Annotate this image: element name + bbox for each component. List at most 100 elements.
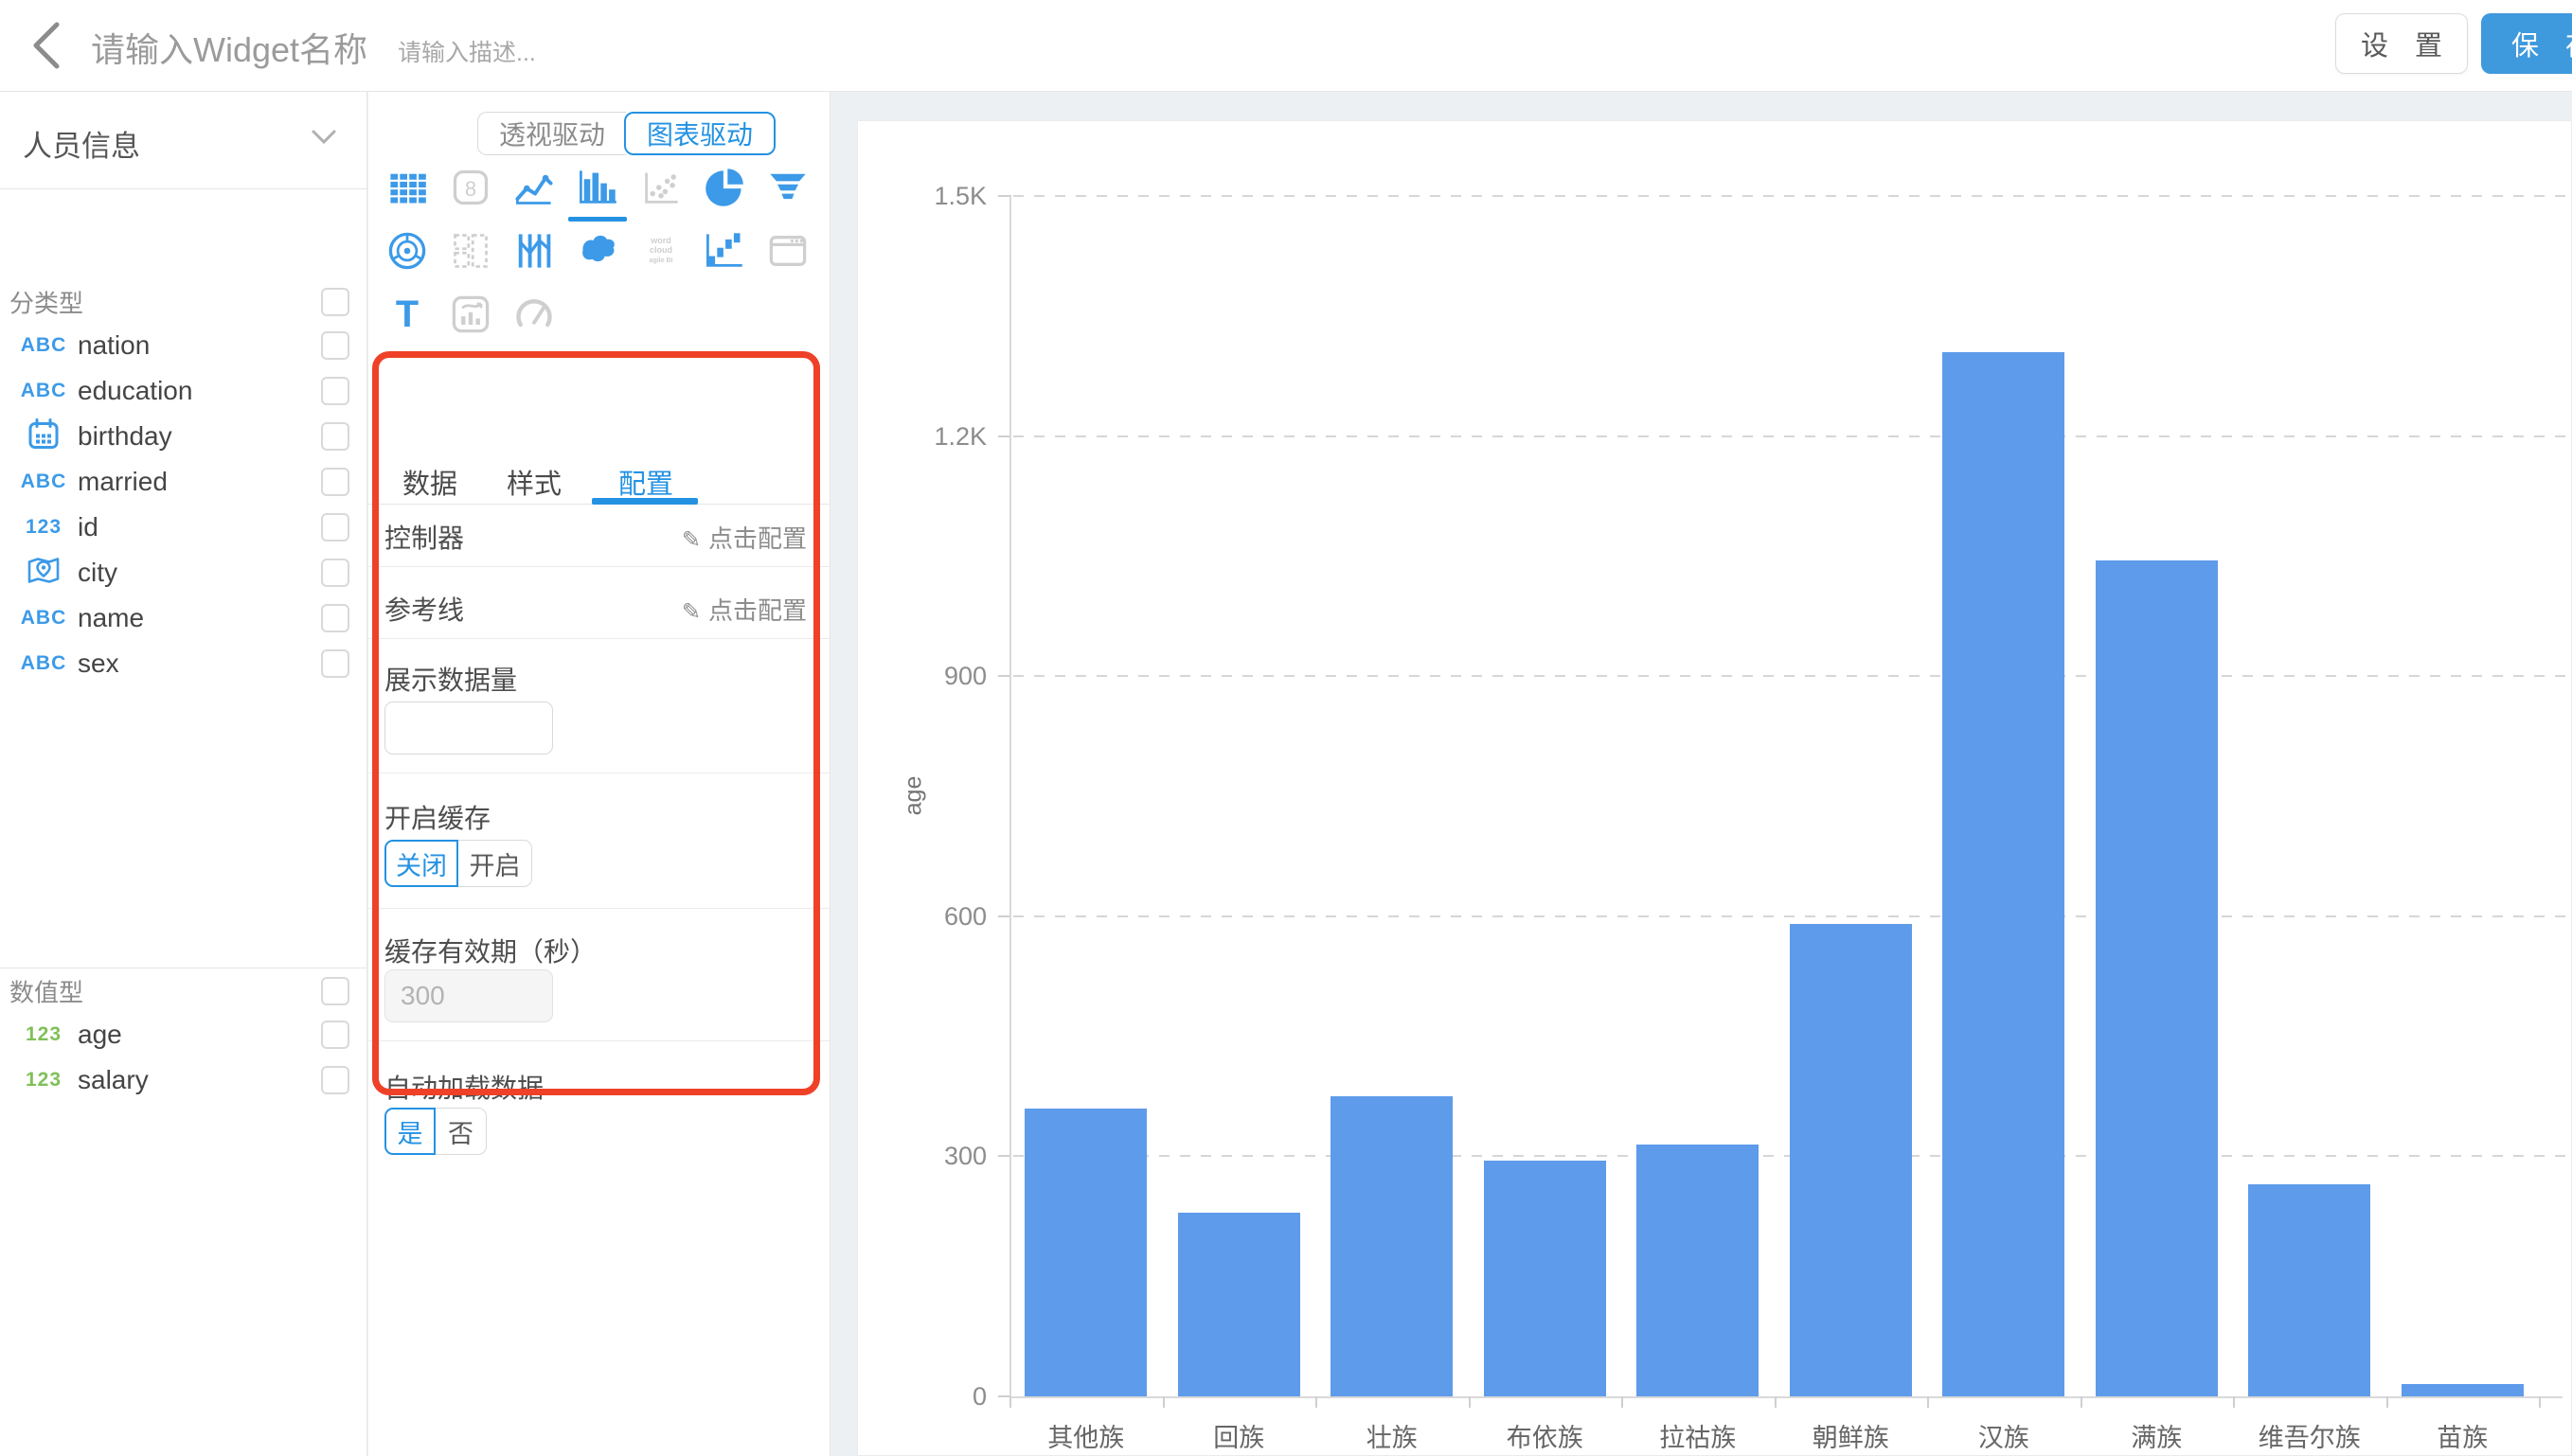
field-checkbox[interactable] (321, 1066, 349, 1094)
field-group-header: 数值型 (0, 970, 366, 1012)
field-row-sex[interactable]: ABCsex (0, 641, 366, 686)
chart-type-scatter-icon[interactable] (637, 164, 685, 211)
group-checkbox[interactable] (321, 288, 349, 316)
y-axis-label: 1.2K (873, 422, 987, 452)
field-row-age[interactable]: 123age (0, 1012, 366, 1057)
chart-type-table-icon[interactable] (384, 164, 431, 211)
x-axis-label: 苗族 (2386, 1417, 2540, 1454)
pencil-icon: ✎ (682, 527, 701, 553)
field-row-birthday[interactable]: birthday (0, 414, 366, 459)
y-axis-name: age (900, 776, 927, 816)
chart-type-bar-chart-icon[interactable] (574, 164, 621, 211)
x-axis-tick (1927, 1396, 1929, 1408)
cache-ttl-input[interactable] (384, 969, 553, 1022)
cache-toggle-row: 开启缓存 关闭开启 (368, 773, 830, 909)
chart-type-funnel-icon[interactable] (764, 164, 812, 211)
toggle-option-关闭[interactable]: 关闭 (384, 840, 458, 887)
reference-line-label: 参考线 (384, 590, 464, 628)
field-checkbox[interactable] (321, 604, 349, 632)
field-checkbox[interactable] (321, 513, 349, 542)
chart-type-word-cloud-icon[interactable]: wordcloudagile BI (637, 227, 685, 275)
widget-description-input[interactable]: 请输入描述... (398, 34, 536, 68)
field-name: sex (78, 648, 119, 679)
chart-type-split-table-icon[interactable] (447, 227, 494, 275)
chart-drive-tab[interactable]: 图表驱动 (624, 112, 776, 155)
chart-type-kpi-number-icon[interactable]: 8 (447, 164, 494, 211)
back-icon[interactable] (21, 17, 74, 74)
field-name: age (78, 1020, 122, 1050)
y-axis-label: 600 (873, 902, 987, 932)
chart-type-radar-icon[interactable] (384, 227, 431, 275)
field-row-name[interactable]: ABCname (0, 595, 366, 641)
bar-拉祜族 (1636, 1145, 1759, 1396)
save-button[interactable]: 保 存 (2481, 13, 2572, 74)
toggle-option-否[interactable]: 否 (436, 1108, 487, 1155)
chart-type-gauge-icon[interactable] (510, 291, 558, 338)
x-axis-label: 其他族 (1009, 1417, 1163, 1454)
reference-line-configure-link[interactable]: ✎点击配置 (682, 592, 807, 627)
field-checkbox[interactable] (321, 377, 349, 405)
field-row-id[interactable]: 123id (0, 505, 366, 550)
field-checkbox[interactable] (321, 422, 349, 451)
dataset-selector[interactable]: 人员信息 (0, 92, 366, 189)
widget-editor: 请输入Widget名称 请输入描述... 设 置 保 存 人员信息 分类型ABC… (0, 0, 2572, 1456)
panel-tabs: 数据样式配置 (368, 375, 830, 505)
selected-chart-underline (568, 217, 627, 222)
field-checkbox[interactable] (321, 649, 349, 678)
field-checkbox[interactable] (321, 331, 349, 360)
bar-chart: 03006009001.2K1.5K其他族回族壮族布依族拉祜族朝鲜族汉族满族维吾… (858, 121, 2571, 1455)
field-row-nation[interactable]: ABCnation (0, 323, 366, 368)
tab-样式[interactable]: 样式 (507, 462, 562, 507)
display-count-input[interactable] (384, 701, 553, 755)
controller-label: 控制器 (384, 518, 464, 556)
chart-type-text-icon[interactable]: T (384, 291, 431, 338)
field-row-education[interactable]: ABCeducation (0, 368, 366, 414)
chart-type-parallel-icon[interactable] (510, 227, 558, 275)
field-checkbox[interactable] (321, 559, 349, 587)
controller-configure-link[interactable]: ✎点击配置 (682, 520, 807, 555)
chart-type-china-map-icon[interactable] (574, 227, 621, 275)
top-bar: 请输入Widget名称 请输入描述... 设 置 保 存 (0, 0, 2572, 92)
x-axis-label: 壮族 (1315, 1417, 1469, 1454)
categorical-group-label: 分类型 (9, 285, 83, 320)
field-group-header: 分类型 (0, 281, 366, 323)
chart-type-waterfall-icon[interactable] (701, 227, 748, 275)
field-row-city[interactable]: city (0, 550, 366, 595)
field-checkbox[interactable] (321, 468, 349, 496)
x-axis-label: 汉族 (1927, 1417, 2081, 1454)
cache-ttl-label: 缓存有效期（秒） (384, 932, 597, 969)
cache-label: 开启缓存 (384, 798, 491, 836)
bar-苗族 (2402, 1384, 2524, 1396)
y-axis-line (1009, 196, 1011, 1396)
chart-type-line-chart-icon[interactable] (510, 164, 558, 211)
settings-button[interactable]: 设 置 (2335, 13, 2468, 74)
svg-text:8: 8 (465, 177, 476, 201)
x-axis-tick (2386, 1396, 2388, 1408)
pivot-drive-tab[interactable]: 透视驱动 (477, 112, 626, 155)
toggle-option-开启[interactable]: 开启 (458, 840, 532, 887)
widget-name-input[interactable]: 请输入Widget名称 (91, 23, 367, 72)
field-checkbox[interactable] (321, 1021, 349, 1049)
numeric-group-label: 数值型 (9, 974, 83, 1009)
x-axis-tick (1315, 1396, 1317, 1408)
field-row-married[interactable]: ABCmarried (0, 459, 366, 505)
x-axis-tick (2081, 1396, 2082, 1408)
toggle-option-是[interactable]: 是 (384, 1108, 436, 1155)
chart-type-rich-text-icon[interactable] (447, 291, 494, 338)
group-checkbox[interactable] (321, 977, 349, 1005)
chart-type-pie-icon[interactable] (701, 164, 748, 211)
chart-preview-card: 03006009001.2K1.5K其他族回族壮族布依族拉祜族朝鲜族汉族满族维吾… (857, 120, 2572, 1456)
tab-数据[interactable]: 数据 (402, 462, 457, 507)
chart-type-iframe-icon[interactable] (764, 227, 812, 275)
display-count-row: 展示数据量 (368, 639, 830, 773)
x-axis-tick (1775, 1396, 1777, 1408)
bar-布依族 (1484, 1161, 1606, 1396)
field-row-salary[interactable]: 123salary (0, 1057, 366, 1103)
controller-row: 控制器 ✎点击配置 (368, 505, 830, 567)
123-blue-icon: 123 (19, 516, 68, 539)
autoload-label: 自动加载数据 (384, 1068, 544, 1106)
reference-line-row: 参考线 ✎点击配置 (368, 567, 830, 639)
x-axis-label: 朝鲜族 (1775, 1417, 1928, 1454)
x-axis-label: 满族 (2081, 1417, 2234, 1454)
autoload-row: 自动加载数据 是否 (368, 1041, 830, 1187)
